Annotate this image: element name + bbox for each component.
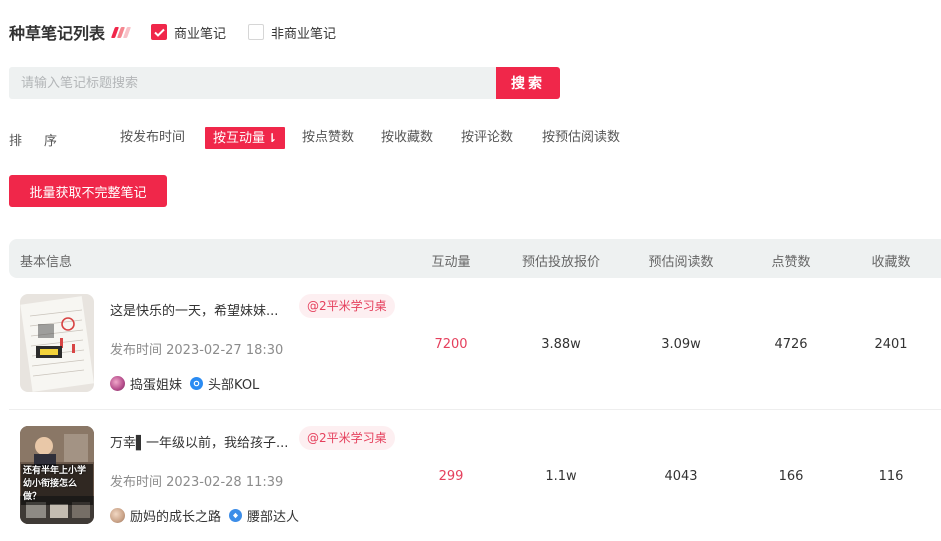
column-estimated-price: 预估投放报价	[521, 255, 601, 270]
likes-value: 166	[778, 469, 804, 484]
sort-label: 排序	[9, 134, 80, 149]
interactions-value: 299	[438, 469, 464, 484]
sort-desc-icon: ⇂	[267, 131, 278, 145]
page-header: 种草笔记列表 商业笔记 非商业笔记	[9, 20, 336, 44]
page-title: 种草笔记列表	[9, 24, 106, 43]
thumbnail-caption: 还有半年上小学 幼小衔接怎么做？	[21, 464, 93, 505]
kol-level-icon	[190, 377, 204, 390]
author-level: 腰部达人	[247, 510, 300, 525]
collects-value: 116	[878, 469, 904, 484]
product-tag[interactable]: @2平米学习桌	[299, 294, 395, 318]
estimated-price-value: 1.1w	[545, 469, 577, 484]
likes-value: 4726	[774, 337, 808, 352]
sort-by-likes[interactable]: 按点赞数	[302, 127, 354, 149]
note-title[interactable]: 这是快乐的一天，希望妹妹...	[110, 300, 278, 319]
avatar[interactable]	[110, 376, 125, 391]
batch-fetch-button[interactable]: 批量获取不完整笔记	[9, 175, 167, 207]
sort-by-estimated-reads[interactable]: 按预估阅读数	[542, 127, 620, 149]
table-row[interactable]: 这是快乐的一天，希望妹妹... @2平米学习桌 发布时间 2023-02-27 …	[9, 278, 941, 409]
sort-by-interactions[interactable]: 按互动量 ⇂	[205, 127, 286, 149]
author-level: 头部KOL	[208, 378, 260, 393]
sort-by-comments[interactable]: 按评论数	[461, 127, 513, 149]
note-title[interactable]: 万幸▌一年级以前，我给孩子...	[110, 432, 288, 451]
sort-by-interactions-label: 按互动量	[213, 131, 266, 146]
column-basic-info: 基本信息	[20, 255, 73, 270]
collects-value: 2401	[874, 337, 908, 352]
noncommercial-notes-checkbox[interactable]: 非商业笔记	[248, 23, 336, 42]
commercial-notes-checkbox[interactable]: 商业笔记	[151, 23, 226, 42]
note-thumbnail[interactable]: 还有半年上小学 幼小衔接怎么做？	[20, 426, 94, 524]
sort-by-collects[interactable]: 按收藏数	[381, 127, 433, 149]
table-row[interactable]: 还有半年上小学 幼小衔接怎么做？ 万幸▌一年级以前，我给孩子... @2平米学习…	[9, 410, 941, 541]
commercial-notes-label: 商业笔记	[174, 26, 227, 42]
column-interactions: 互动量	[431, 255, 471, 270]
checkbox-unchecked-icon[interactable]	[248, 24, 265, 40]
author-name[interactable]: 励妈的成长之路	[130, 506, 221, 525]
noncommercial-notes-label: 非商业笔记	[271, 26, 337, 42]
note-thumbnail[interactable]	[20, 294, 94, 392]
author-info: 励妈的成长之路 腰部达人	[110, 506, 299, 525]
column-estimated-reads: 预估阅读数	[648, 255, 714, 270]
column-likes: 点赞数	[771, 255, 811, 270]
column-collects: 收藏数	[871, 255, 911, 270]
estimated-reads-value: 3.09w	[661, 337, 701, 352]
sort-bar: 排序 按发布时间 按互动量 ⇂ 按点赞数 按收藏数 按评论数 按预估阅读数	[9, 127, 709, 149]
publish-time: 发布时间 2023-02-28 11:39	[110, 475, 284, 490]
author-info: 捣蛋姐妹 头部KOL	[110, 374, 259, 393]
product-tag[interactable]: @2平米学习桌	[299, 426, 395, 450]
search-input[interactable]	[9, 67, 496, 99]
interactions-value: 7200	[434, 337, 468, 352]
checkbox-checked-icon[interactable]	[151, 24, 168, 40]
sort-by-publish-time[interactable]: 按发布时间	[120, 127, 185, 149]
search-bar: 搜索	[9, 67, 560, 99]
search-button[interactable]: 搜索	[496, 67, 560, 99]
estimated-price-value: 3.88w	[541, 337, 581, 352]
publish-time: 发布时间 2023-02-27 18:30	[110, 343, 284, 358]
estimated-reads-value: 4043	[664, 469, 698, 484]
table-header: 基本信息 互动量 预估投放报价 预估阅读数 点赞数 收藏数	[9, 239, 941, 278]
author-name[interactable]: 捣蛋姐妹	[130, 374, 182, 393]
kol-level-icon	[229, 509, 243, 522]
avatar[interactable]	[110, 508, 125, 523]
slash-decoration-icon	[111, 26, 132, 38]
